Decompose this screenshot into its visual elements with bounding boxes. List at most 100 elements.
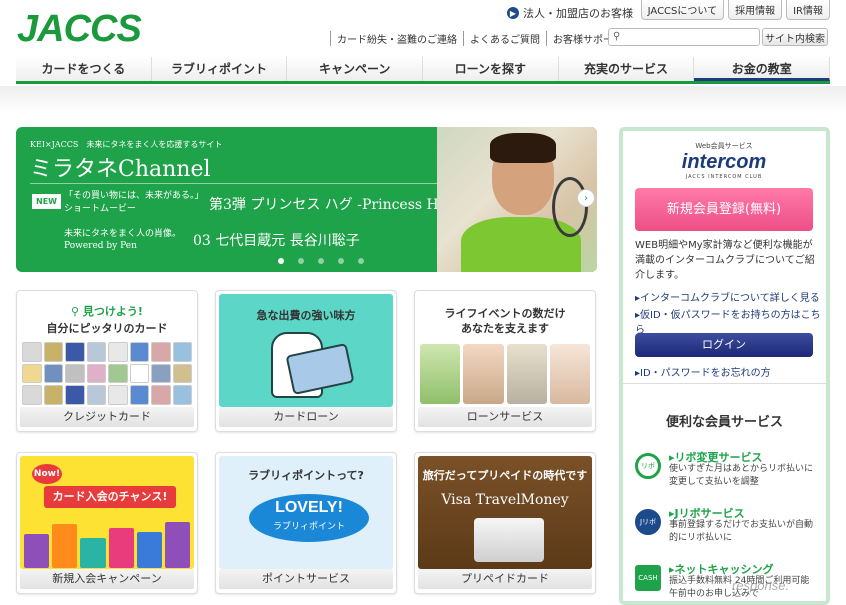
card-thumbnail: [22, 385, 42, 405]
utility-links: カード紛失・盗難のご連絡 よくあるご質問 お客様サポート: [330, 31, 629, 46]
credit-head1-text: 見つけよう!: [82, 305, 143, 318]
card-thumbnail: [86, 385, 106, 405]
tab-ir[interactable]: IR情報: [786, 0, 830, 20]
loan-art: ライフイベントの数だけ あなたを支えます: [418, 294, 592, 407]
card-thumbnail: [151, 342, 171, 362]
nav-campaign[interactable]: キャンペーン: [287, 57, 424, 81]
temp-id-link[interactable]: 仮ID・仮パスワードをお持ちの方はこちら: [635, 306, 826, 336]
revo-icon: リボ: [635, 453, 661, 479]
credit-head2: 自分にピッタリのカード: [46, 322, 168, 335]
tile-caption: プリペイドカード: [418, 569, 592, 589]
search-button[interactable]: サイト内検索: [762, 28, 828, 46]
tab-recruit[interactable]: 採用情報: [728, 0, 783, 20]
banner-sub2: Powered by Pen: [64, 241, 137, 251]
point-art: ラブリィポイントって? LOVELY! ラブリィポイント: [219, 456, 393, 569]
register-button[interactable]: 新規会員登録(無料): [635, 188, 813, 231]
lovely-bubble: LOVELY! ラブリィポイント: [249, 494, 369, 542]
point-head: ラブリィポイントって?: [248, 469, 364, 482]
gift-icon: [164, 522, 191, 568]
service-desc: 使いすぎた月はあとからリボ払いに変更して支払いを調整: [669, 464, 814, 487]
card-thumbnail: [172, 363, 192, 384]
j-revo-icon: Jリボ: [635, 509, 661, 535]
pager-dot[interactable]: [298, 258, 304, 264]
card-thumbnail: [22, 363, 42, 384]
intercom-description: WEB明細やMy家計簿など便利な機能が満載のインターコムクラブについてご紹介しま…: [635, 240, 815, 281]
tile-loan-service[interactable]: ライフイベントの数だけ あなたを支えます ローンサービス: [414, 290, 596, 432]
tile-caption: ローンサービス: [418, 407, 592, 427]
banner-photo: [437, 127, 597, 272]
intercom-details-link[interactable]: インターコムクラブについて詳しく見る: [635, 289, 820, 304]
logo-sub-text: JACCS INTERCOM CLUB: [685, 174, 763, 180]
gift-icon: [80, 538, 106, 568]
sidebar-divider: [623, 383, 826, 384]
photo-kitchen: [506, 344, 547, 404]
tile-prepaid[interactable]: 旅行だってプリペイドの時代です Visa TravelMoney プリペイドカー…: [414, 452, 596, 594]
card-thumbnail: [108, 363, 128, 384]
tile-caption: カードローン: [219, 407, 393, 427]
gift-icon: [24, 534, 50, 568]
card-thumbnail: [43, 385, 63, 405]
banner-next-arrow-icon[interactable]: ›: [577, 189, 595, 207]
now-badge: Now!: [32, 464, 62, 484]
photo-flowers: [420, 344, 461, 404]
new-badge: NEW: [32, 194, 61, 209]
photo-couple: [463, 344, 504, 404]
card-thumbnail: [151, 363, 171, 384]
card-grid: [20, 340, 194, 407]
photo-baby: [549, 344, 590, 404]
card-thumbnail: [108, 385, 128, 405]
card-thumbnail: [86, 342, 106, 362]
gift-icon: [136, 532, 162, 568]
forgot-password-link[interactable]: ID・パスワードをお忘れの方: [635, 364, 771, 379]
visa-travelmoney-brand: Visa TravelMoney: [441, 492, 569, 508]
card-thumbnail: [43, 363, 63, 384]
top-tabs: JACCSについて 採用情報 IR情報: [640, 0, 830, 20]
card-thumbnail: [172, 342, 192, 362]
card-thumbnail: [65, 363, 85, 384]
login-button[interactable]: ログイン: [635, 333, 813, 357]
card-thumbnail: [65, 342, 85, 362]
nav-make-card[interactable]: カードをつくる: [16, 57, 152, 81]
prepaid-art: 旅行だってプリペイドの時代です Visa TravelMoney: [418, 456, 592, 569]
search-icon: ⚲: [71, 305, 83, 318]
banner-pager: [278, 258, 364, 264]
nav-shadow: [0, 86, 846, 112]
search-icon: ⚲: [613, 31, 621, 42]
gift-icon: [108, 528, 134, 568]
lovely-text: LOVELY!: [275, 499, 343, 516]
cash-icon: CASH: [635, 565, 661, 591]
hero-banner[interactable]: KEI×JACCS 未来にタネをまく人を応援するサイト ミラタネChannel …: [16, 127, 597, 272]
search-input[interactable]: ⚲: [608, 28, 760, 46]
tile-credit-card[interactable]: ⚲ 見つけよう! 自分にピッタリのカード クレジットカード: [16, 290, 198, 432]
prepaid-card-icon: [474, 518, 544, 562]
lost-card-link[interactable]: カード紛失・盗難のご連絡: [330, 31, 463, 46]
pager-dot[interactable]: [278, 258, 284, 264]
nav-money-class[interactable]: お金の教室: [694, 57, 831, 81]
nav-loan[interactable]: ローンを探す: [423, 57, 559, 81]
pager-dot[interactable]: [358, 258, 364, 264]
lovely-subtext: ラブリィポイント: [272, 522, 345, 532]
intercom-logo[interactable]: Web会員サービス intercom JACCS INTERCOM CLUB: [667, 141, 781, 180]
photo-hair: [490, 133, 556, 163]
corporate-link[interactable]: ▶ 法人・加盟店のお客様: [507, 5, 633, 21]
pager-dot[interactable]: [318, 258, 324, 264]
nav-services[interactable]: 充実のサービス: [558, 57, 695, 81]
jaccs-logo[interactable]: JACCS: [17, 8, 142, 51]
tile-card-loan[interactable]: 急な出費の強い味方 カードローン: [215, 290, 397, 432]
banner-episode: 第3弾 プリンセス ハグ -Princess Hug-: [209, 197, 462, 213]
gift-icon: [52, 524, 78, 568]
nav-lovely-point[interactable]: ラブリィポイント: [151, 57, 288, 81]
logo-top-text: Web会員サービス: [695, 142, 753, 150]
banner-title: ミラタネChannel: [30, 157, 211, 182]
tile-point-service[interactable]: ラブリィポイントって? LOVELY! ラブリィポイント ポイントサービス: [215, 452, 397, 594]
tile-campaign[interactable]: Now! カード入会のチャンス! 新規入会キャンペーン: [16, 452, 198, 594]
banner-sub1: 未来にタネをまく人の肖像。: [64, 229, 182, 239]
card-loan-art: 急な出費の強い味方: [219, 294, 393, 407]
photo-racket: [552, 177, 588, 237]
faq-link[interactable]: よくあるご質問: [463, 31, 546, 46]
pager-dot[interactable]: [338, 258, 344, 264]
card-thumbnail: [172, 385, 192, 405]
banner-kicker: KEI×JACCS 未来にタネをまく人を応援するサイト: [30, 140, 223, 149]
banner-names: 03 七代目蔵元 長谷川聡子: [193, 233, 360, 249]
tab-about[interactable]: JACCSについて: [640, 0, 725, 20]
